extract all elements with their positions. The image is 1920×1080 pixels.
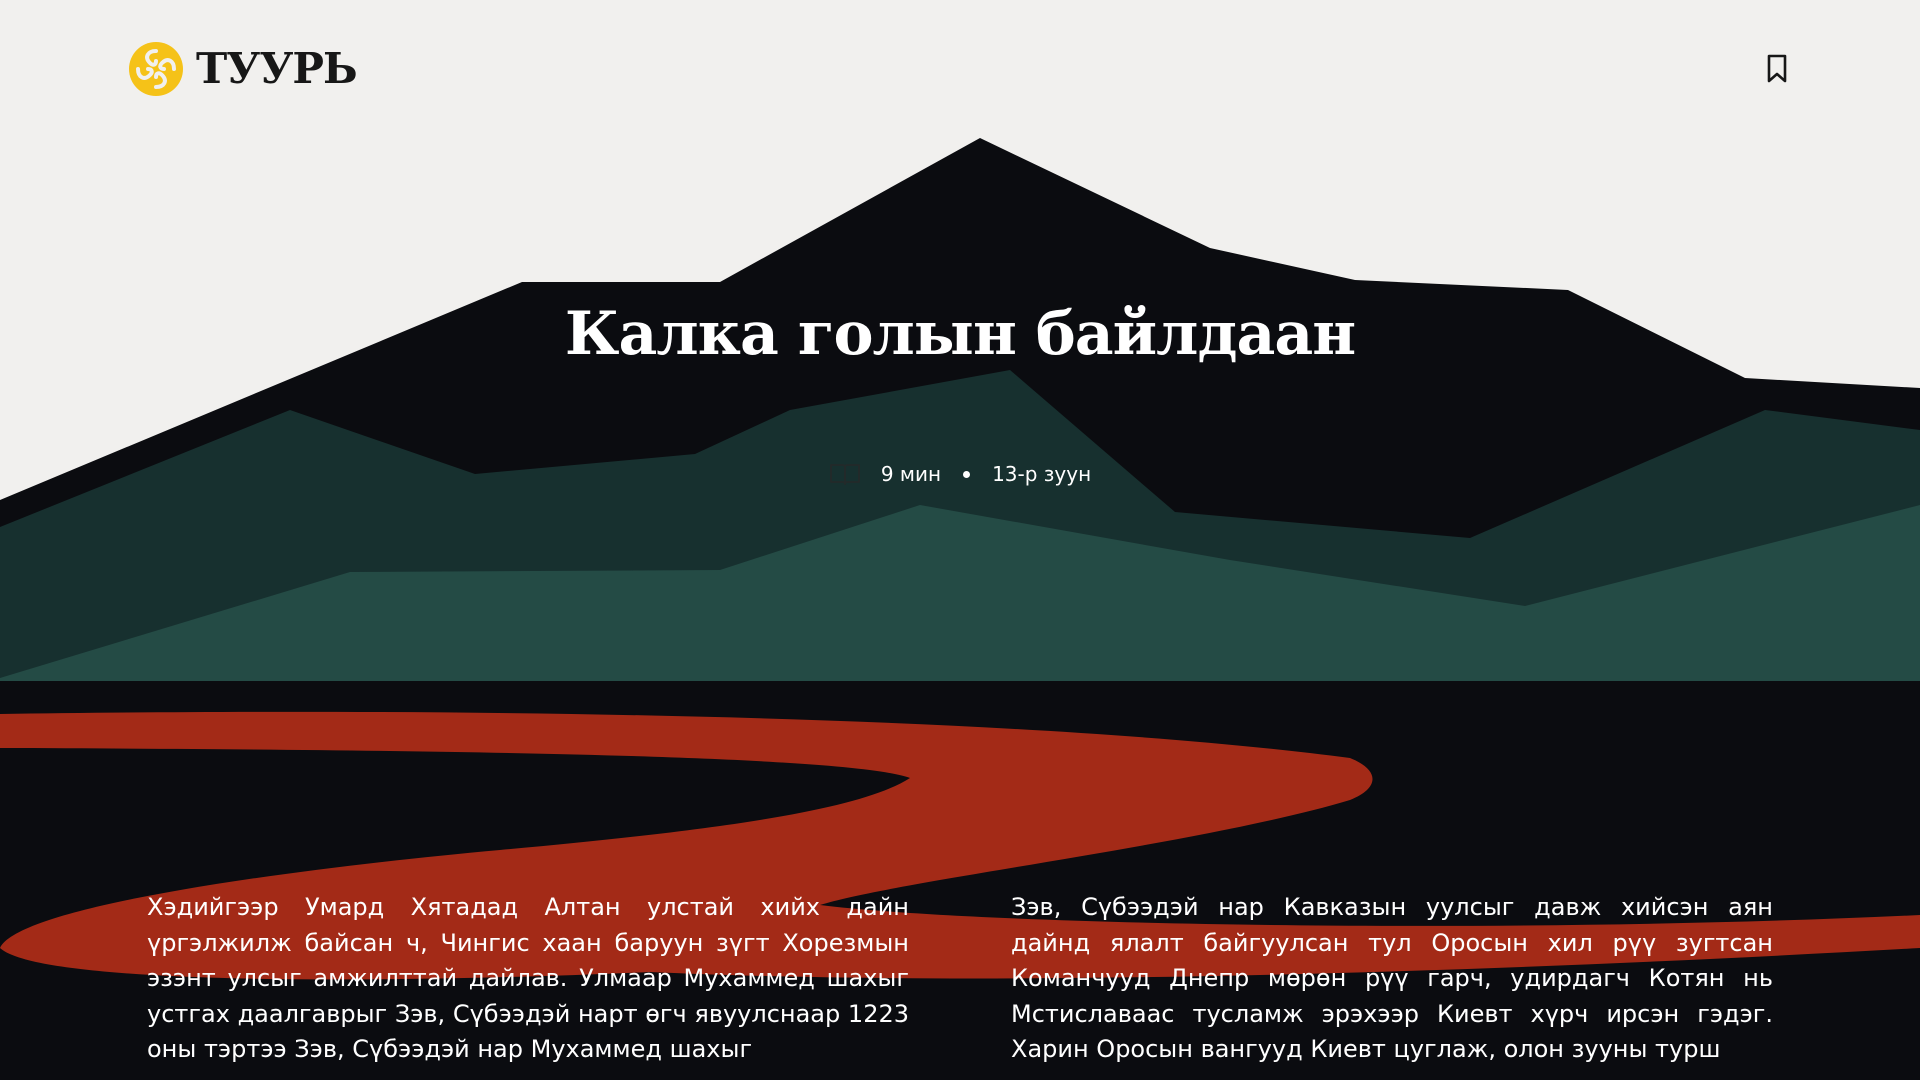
reading-time: 9 мин (880, 462, 942, 486)
article-title: Калка голын байлдаан (564, 299, 1356, 369)
site-header: ТУУРЬ (0, 0, 1920, 140)
article-paragraph-left: Хэдийгээр Умард Хятадад Алтан улстай хий… (147, 893, 909, 1063)
bookmark-icon (1767, 54, 1787, 83)
article-meta: 9 мин 13-р зуун (780, 458, 1140, 490)
article-paragraph-right: Зэв, Сүбээдэй нар Кавказын уулсыг давж х… (1011, 893, 1773, 1063)
meta-separator (963, 470, 971, 478)
sun-swirl-logo-icon (129, 42, 183, 96)
article-era: 13-р зуун (992, 462, 1092, 486)
brand-name: ТУУРЬ (196, 44, 358, 93)
site-logo[interactable]: ТУУРЬ (128, 40, 358, 98)
bookmark-button[interactable] (1762, 52, 1792, 86)
open-book-icon (829, 464, 860, 485)
article-page: ТУУРЬ Калка голын байлдаан 9 мин 13-р зу… (0, 0, 1920, 1080)
